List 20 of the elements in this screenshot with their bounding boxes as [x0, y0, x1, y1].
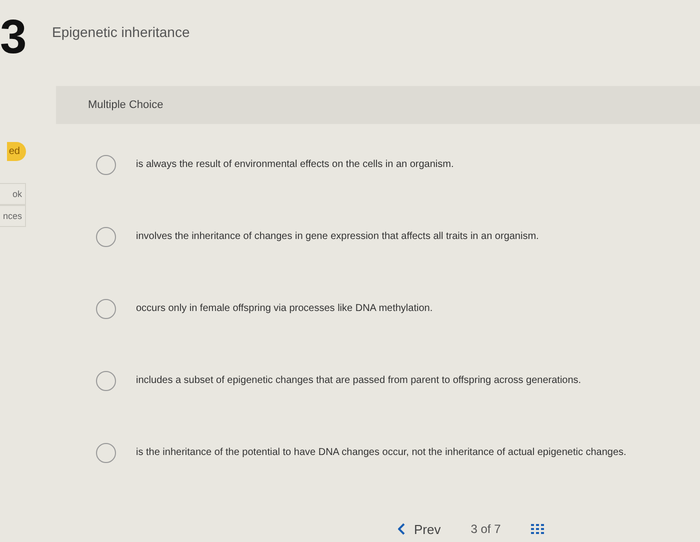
chevron-left-icon [398, 523, 406, 535]
answer-option: is the inheritance of the potential to have DNA changes occur, not the inheritance of actual epigenetic changes. [136, 447, 626, 458]
radio-button[interactable] [96, 154, 116, 174]
status-badge: ed [6, 142, 26, 161]
radio-button[interactable] [96, 442, 116, 462]
sidebar-link[interactable]: nces [0, 205, 26, 227]
radio-button[interactable] [96, 370, 116, 390]
answer-option: is always the result of environmental effects on the cells in an organism. [136, 159, 454, 170]
question-type-header: Multiple Choice [56, 86, 700, 124]
sidebar-link[interactable]: ok [0, 183, 26, 205]
question-number: 3 [0, 14, 26, 62]
radio-button[interactable] [96, 298, 116, 318]
radio-button[interactable] [96, 226, 116, 246]
answer-option: occurs only in female offspring via processes like DNA methylation. [136, 303, 433, 314]
answer-option: involves the inheritance of changes in gene expression that affects all traits in an organism. [136, 231, 539, 242]
answer-option: includes a subset of epigenetic changes that are passed from parent to offspring across generations. [136, 375, 582, 386]
grid-icon[interactable] [530, 524, 545, 534]
prev-button[interactable]: Prev [398, 522, 441, 536]
page-indicator: 3 of 7 [470, 522, 501, 536]
question-title: Epigenetic inheritance [52, 24, 191, 40]
